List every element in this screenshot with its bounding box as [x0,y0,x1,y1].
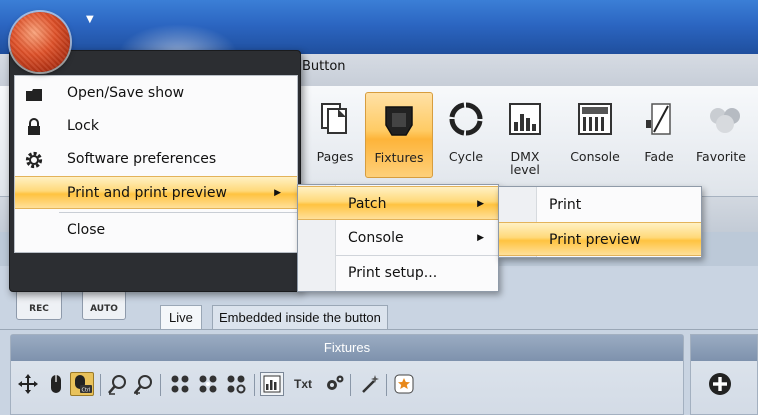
ribbon-button-label: Pages [316,149,354,164]
ribbon-button-label: Console [570,149,620,164]
add-icon[interactable] [708,372,732,396]
submenu-item-label: Patch [348,196,387,212]
favorite-star-icon[interactable] [392,372,416,396]
application-menu: Open/Save show Lock Software preferences… [9,50,301,292]
gear-icon [25,151,43,169]
cycle-icon [449,102,483,136]
ribbon-button-dmx-level[interactable]: DMX level [500,92,550,178]
submenu-item-label: Console [348,230,404,246]
dmx-level-icon [509,103,541,135]
menu-item-label: Print and print preview [67,185,227,201]
submenu-arrow-icon: ▶ [477,199,484,209]
submenu-item-label: Print [549,197,582,213]
application-menu-list: Open/Save show Lock Software preferences… [14,75,298,253]
right-panel-header [691,335,757,361]
zoom-out-icon[interactable] [106,372,130,396]
mouse-icon[interactable] [44,372,68,396]
menu-item-label: Open/Save show [67,85,185,101]
select-all-icon[interactable] [168,372,192,396]
fixture-spot-icon [385,106,413,136]
menu-item-close[interactable]: Close [15,214,297,247]
settings-gear-icon[interactable] [322,372,346,396]
auto-button[interactable]: AUTO [82,290,126,320]
favorite-icon [710,108,740,133]
svg-text:Ctrl: Ctrl [82,388,91,394]
toolbar-separator [160,374,161,396]
select-none-icon[interactable] [224,372,248,396]
rec-button[interactable]: REC [16,290,62,320]
ribbon-button-label: Favorite [696,149,746,164]
chart-view-icon[interactable] [260,372,284,396]
submenu-item-label: Print preview [549,232,641,248]
auto-label: AUTO [90,304,118,314]
lock-icon [28,118,40,135]
fade-icon [646,103,671,135]
rec-label: REC [29,304,49,314]
ribbon-button-label: Fade [644,149,674,164]
title-bar: ▼ [0,0,758,84]
zoom-in-icon[interactable] [132,372,156,396]
folder-save-icon [26,89,42,101]
quick-access-dropdown-icon[interactable]: ▼ [86,14,94,25]
ribbon-button-label: Cycle [448,149,484,164]
submenu-arrow-icon: ▶ [477,233,484,243]
print-submenu: Patch ▶ Console ▶ Print setup... [297,184,499,292]
submenu-item-print-preview[interactable]: Print preview [499,222,701,256]
menu-separator [59,212,297,213]
menu-item-print-and-print-preview[interactable]: Print and print preview ▶ [15,176,297,209]
submenu-item-label: Print setup... [348,265,438,281]
ribbon-button-cycle[interactable]: Cycle [438,92,494,178]
move-icon[interactable] [16,372,40,396]
ribbon-button-label: DMX level [510,149,540,177]
ribbon-button-console[interactable]: Console [560,92,630,178]
tab-live[interactable]: Live [160,305,202,329]
submenu-item-print-setup[interactable]: Print setup... [298,256,498,290]
toolbar-separator [350,374,351,396]
menu-item-label: Close [67,222,106,238]
tab-embedded-inside-button[interactable]: Embedded inside the button [212,305,388,329]
toolbar-separator [386,374,387,396]
menu-item-label: Software preferences [67,151,217,167]
ribbon-button-fade[interactable]: Fade [634,92,684,178]
ribbon-button-label: Fixtures [374,150,424,165]
menu-item-label: Lock [67,118,99,134]
submenu-item-patch[interactable]: Patch ▶ [298,186,498,220]
toolbar-separator [100,374,101,396]
console-icon [578,103,612,135]
toolbar-separator [254,374,255,396]
ribbon-tab-button[interactable]: Button [302,59,346,74]
ribbon-button-fixtures[interactable]: Fixtures [365,92,433,178]
submenu-arrow-icon: ▶ [274,188,281,198]
select-group-icon[interactable] [196,372,220,396]
ribbon-button-pages[interactable]: Pages [308,92,362,178]
magic-wand-icon[interactable] [358,372,382,396]
text-view-button[interactable]: Txt [288,372,318,396]
menu-item-lock[interactable]: Lock [15,110,297,143]
submenu-item-console[interactable]: Console ▶ [298,221,498,255]
application-menu-button[interactable] [10,12,70,72]
patch-submenu: Print Print preview [498,186,702,258]
menu-item-software-preferences[interactable]: Software preferences [15,143,297,176]
menu-item-open-save-show[interactable]: Open/Save show [15,77,297,110]
ribbon-button-favorite[interactable]: Favorite [692,92,758,178]
pages-icon [321,103,347,134]
submenu-item-print[interactable]: Print [499,188,701,222]
ctrl-mouse-icon[interactable]: Ctrl [70,372,94,396]
fixtures-panel-title: Fixtures [11,335,683,361]
